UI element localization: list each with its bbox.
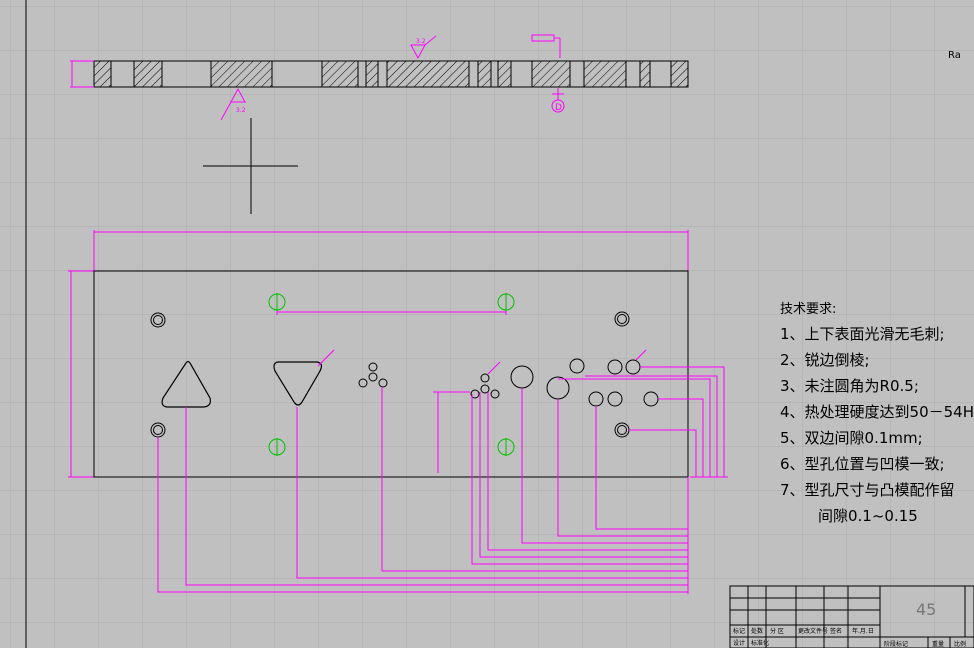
tech-req-item-6: 6、型孔位置与凹模一致; [780, 455, 945, 473]
roughness-corner-mark: Ra [948, 50, 961, 61]
tech-req-item-2: 2、锐边倒棱; [780, 351, 870, 369]
title-block-number: 45 [916, 600, 937, 619]
tb-r2c7: 比例 [954, 640, 966, 648]
tb-r1c2: 处数 [751, 627, 763, 635]
datum-label: D [555, 103, 562, 113]
tb-r1c6: 年.月.日 [852, 627, 874, 635]
tb-r1c4: 更改文件号 [798, 627, 828, 635]
tech-req-item-7: 7、型孔尺寸与凸模配作留 [780, 481, 955, 499]
tb-r2c1: 设计 [733, 639, 745, 647]
tech-req-item-7-cont: 间隙0.1~0.15 [818, 507, 918, 525]
roughness-bottom-label: 3.2 [236, 107, 246, 114]
tb-r1c1: 标记 [733, 627, 745, 635]
tech-req-item-5: 5、双边间隙0.1mm; [780, 429, 923, 447]
tb-r2c5: 阶段标记 [884, 640, 908, 648]
roughness-top-label: 3.2 [416, 38, 426, 45]
tb-r2c2: 标准化 [751, 639, 769, 647]
tb-r1c5: 签名 [830, 627, 842, 635]
tech-req-item-3: 3、未注圆角为R0.5; [780, 377, 919, 395]
technical-requirements: 技术要求: 1、上下表面光滑无毛刺; 2、锐边倒棱; 3、未注圆角为R0.5; … [780, 298, 974, 531]
tb-r2c6: 重量 [932, 640, 944, 648]
tb-r1c3: 分 区 [770, 627, 784, 635]
tech-req-item-1: 1、上下表面光滑无毛刺; [780, 325, 945, 343]
tech-req-item-4: 4、热处理硬度达到50－54HRC; [780, 403, 974, 421]
tech-req-title: 技术要求: [780, 302, 837, 317]
